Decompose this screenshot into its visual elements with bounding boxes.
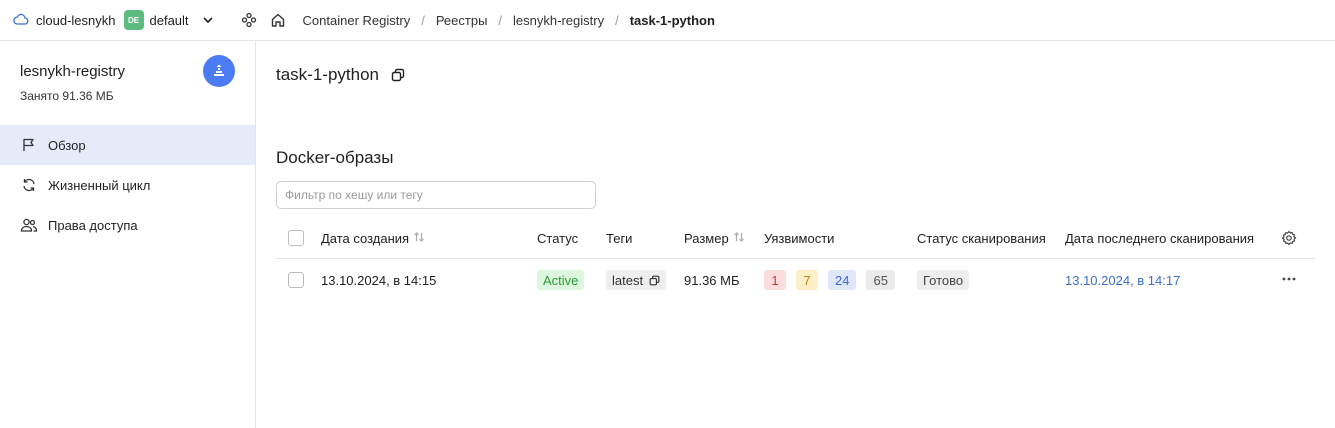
sidebar-nav: Обзор Жизненный цикл Права доступа [0, 125, 255, 245]
folder-badge: DE [123, 10, 144, 30]
column-tags: Теги [606, 230, 633, 246]
filter-input[interactable] [276, 181, 596, 209]
vuln-critical-badge: 1 [764, 270, 786, 290]
sort-icon[interactable] [413, 231, 425, 246]
scan-status-badge: Готово [917, 270, 970, 290]
services-icon[interactable] [241, 12, 257, 28]
flag-icon [20, 136, 38, 154]
cloud-name: cloud-lesnykh [36, 12, 116, 28]
vuln-medium-badge: 7 [796, 270, 818, 290]
cloud-icon [13, 11, 29, 30]
breadcrumb-separator: / [498, 12, 503, 28]
sidebar-item-access[interactable]: Права доступа [0, 205, 255, 245]
row-actions-button[interactable] [1281, 259, 1297, 301]
tags-cell: latest [606, 259, 667, 301]
home-icon[interactable] [270, 12, 286, 28]
sidebar-item-label: Жизненный цикл [48, 177, 151, 193]
sort-icon[interactable] [733, 231, 745, 246]
main-content: task-1-python Docker-образы Дата создани… [256, 41, 1335, 428]
top-bar: cloud-lesnykh DE default Container Regis… [0, 0, 1335, 41]
created-date: 13.10.2024, в 14:15 [321, 272, 437, 288]
cloud-selector[interactable]: cloud-lesnykh DE default [13, 0, 215, 40]
copy-icon[interactable] [649, 275, 660, 286]
tag-label: latest [612, 272, 644, 288]
table-settings-button[interactable] [1281, 218, 1297, 258]
breadcrumb-registry[interactable]: lesnykh-registry [513, 13, 604, 28]
column-created-label: Дата создания [321, 230, 410, 246]
status-cell: Active [537, 259, 585, 301]
gear-icon [1281, 230, 1297, 246]
copy-icon[interactable] [391, 68, 405, 82]
breadcrumb-registries[interactable]: Реестры [436, 13, 488, 28]
registry-used: Занято 91.36 МБ [20, 89, 114, 103]
column-scan-status: Статус сканирования [917, 230, 1046, 246]
table-row[interactable]: 13.10.2024, в 14:15 Active latest 91.36 … [276, 259, 1315, 301]
sidebar-item-lifecycle[interactable]: Жизненный цикл [0, 165, 255, 205]
vuln-negligible-badge: 65 [866, 270, 895, 290]
sidebar-item-label: Права доступа [48, 217, 138, 233]
section-title: Docker-образы [276, 148, 394, 167]
refresh-icon [20, 176, 38, 194]
vuln-low-badge: 24 [828, 270, 857, 290]
breadcrumb-separator: / [421, 12, 425, 28]
upload-icon [214, 64, 224, 76]
column-vulnerabilities: Уязвимости [764, 230, 835, 246]
breadcrumb: Container Registry / Реестры / lesnykh-r… [303, 13, 715, 28]
sidebar-item-overview[interactable]: Обзор [0, 125, 255, 165]
folder-name: default [149, 12, 189, 28]
vulnerabilities-cell: 1 7 24 65 [764, 259, 905, 301]
table-header: Дата создания Статус Теги Размер Уязвимо… [276, 218, 1315, 259]
tag-badge[interactable]: latest [606, 270, 667, 290]
column-created[interactable]: Дата создания [321, 218, 425, 258]
size-value: 91.36 МБ [684, 272, 740, 288]
sidebar-item-label: Обзор [48, 137, 86, 153]
column-status: Статус [537, 230, 579, 246]
more-icon [1281, 271, 1297, 290]
breadcrumb-container-registry[interactable]: Container Registry [303, 13, 411, 28]
chevron-down-icon[interactable] [201, 13, 215, 27]
images-table: Дата создания Статус Теги Размер Уязвимо… [276, 218, 1315, 301]
column-size-label: Размер [684, 230, 729, 246]
repository-name: task-1-python [276, 65, 379, 84]
column-size[interactable]: Размер [684, 218, 745, 258]
registry-name: lesnykh-registry [20, 63, 126, 80]
users-icon [20, 216, 38, 234]
scan-status-cell: Готово [917, 259, 970, 301]
last-scan-link[interactable]: 13.10.2024, в 14:17 [1065, 259, 1180, 301]
breadcrumb-current: task-1-python [629, 12, 715, 28]
status-badge: Active [537, 270, 585, 290]
select-all-checkbox[interactable] [288, 218, 304, 258]
sidebar: lesnykh-registry Занято 91.36 МБ Обзор Ж… [0, 41, 256, 428]
row-checkbox[interactable] [288, 259, 304, 301]
breadcrumb-separator: / [615, 12, 619, 28]
push-image-button[interactable] [203, 55, 235, 87]
column-last-scan: Дата последнего сканирования [1065, 230, 1255, 246]
page-title: task-1-python [276, 65, 405, 85]
